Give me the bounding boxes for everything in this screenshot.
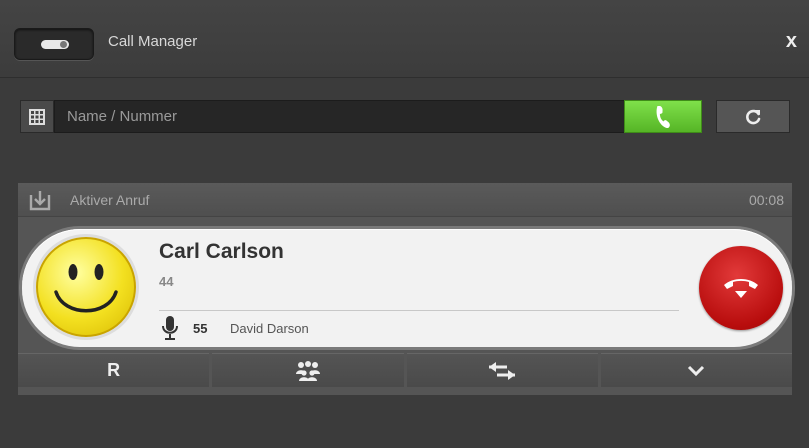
empty-area	[0, 395, 809, 448]
conference-icon	[295, 360, 320, 381]
caller-name: Carl Carlson	[159, 240, 284, 263]
line-number: 55	[193, 321, 208, 336]
phone-icon	[656, 105, 670, 128]
microphone-icon	[162, 316, 178, 340]
transfer-icon	[489, 361, 516, 380]
hangup-icon	[724, 279, 758, 298]
chevron-down-icon	[688, 365, 705, 376]
search-row	[20, 100, 790, 133]
call-button[interactable]	[624, 100, 702, 133]
title-bar: Call Manager x	[0, 0, 809, 78]
call-duration: 00:08	[748, 192, 784, 208]
refresh-button[interactable]	[716, 100, 790, 133]
call-card: Carl Carlson 44 55 David Darson	[22, 229, 792, 347]
toggle-switch[interactable]	[14, 28, 94, 60]
dialpad-button[interactable]	[20, 100, 54, 133]
active-call-title: Aktiver Anruf	[70, 192, 150, 208]
divider	[159, 310, 679, 311]
close-icon[interactable]: x	[786, 30, 797, 53]
conference-button[interactable]	[212, 353, 404, 387]
active-call-header: Aktiver Anruf 00:08	[18, 183, 792, 217]
recall-button[interactable]: R	[18, 353, 210, 387]
search-input[interactable]	[54, 100, 644, 133]
caller-number: 44	[159, 274, 174, 289]
download-icon	[29, 191, 51, 211]
active-call-panel: Aktiver Anruf 00:08 Carl Carlson 44 55 D…	[18, 183, 792, 395]
transfer-button[interactable]	[406, 353, 598, 387]
refresh-icon	[746, 109, 761, 124]
line-name: David Darson	[230, 321, 309, 336]
more-options-button[interactable]	[600, 353, 792, 387]
recall-label: R	[107, 360, 121, 380]
call-manager-window: Call Manager x Name / Nummer Aktiver Anr…	[0, 0, 809, 448]
window-title: Call Manager	[108, 33, 198, 50]
avatar	[36, 237, 136, 337]
dialpad-icon	[29, 108, 45, 125]
smiley-icon	[54, 264, 118, 313]
hangup-button[interactable]	[699, 246, 783, 330]
toggle-icon	[41, 40, 69, 49]
call-actions: R	[18, 353, 792, 395]
